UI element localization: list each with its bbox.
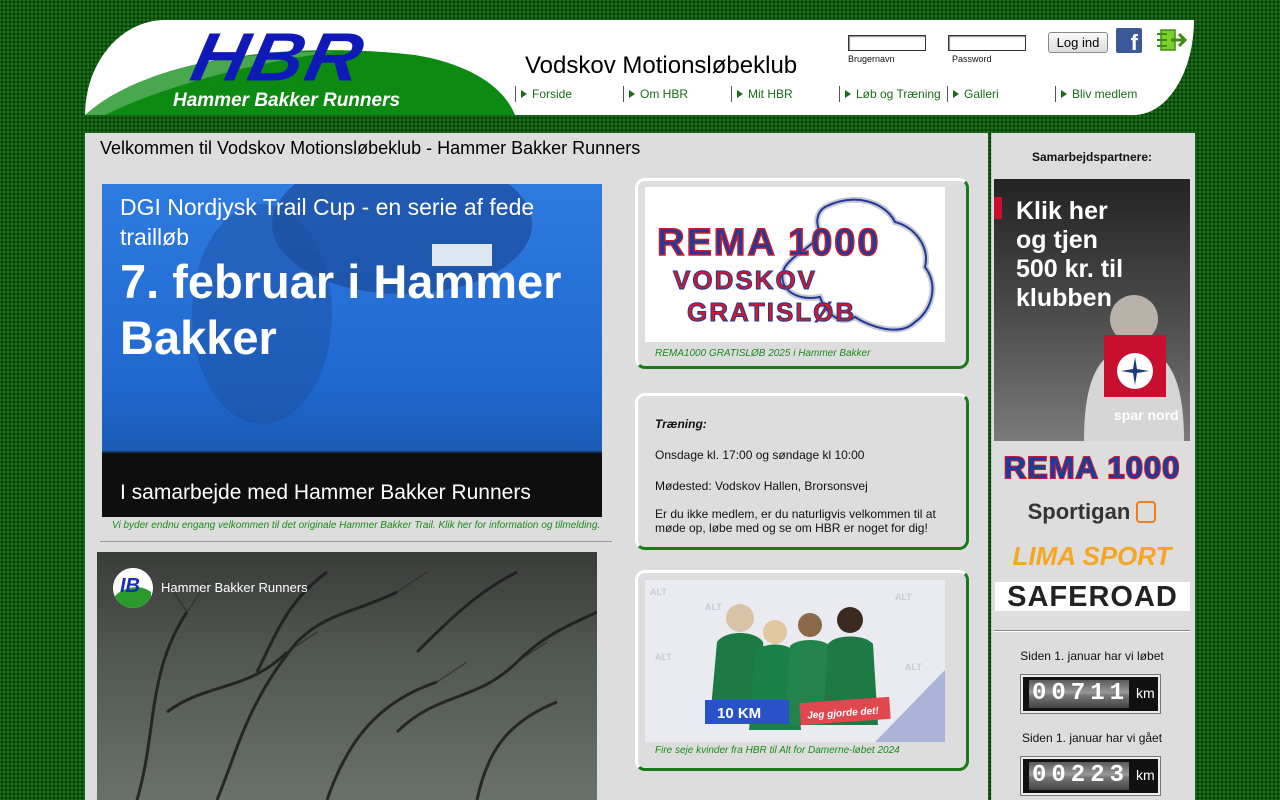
walk-counter-unit: km — [1136, 767, 1155, 783]
run-counter-unit: km — [1136, 685, 1155, 701]
banner-date: 7. februar i Hammer Bakker — [120, 255, 562, 364]
ad-accent — [994, 197, 1002, 219]
site-title: Vodskov Motionsløbeklub — [525, 52, 798, 79]
exit-icon[interactable] — [1155, 26, 1187, 54]
sidebar: Samarbejdspartnere: Klik her og tjen 500… — [991, 133, 1195, 800]
rema-gratislob-logo: REMA 1000 VODSKOV GRATISLØB — [656, 196, 936, 333]
sparnord-ad[interactable]: Klik her og tjen 500 kr. til klubben spa… — [994, 179, 1190, 441]
saferoad-logo[interactable]: SAFEROAD — [995, 582, 1190, 612]
runners-photo: ALTALTALTALTALTALT 10 KM Jeg gjorde det! — [645, 580, 945, 742]
banner-footer: I samarbejde med Hammer Bakker Runners — [120, 481, 531, 504]
sparnord-logo-icon — [1104, 335, 1166, 397]
training-meeting-point: Mødested: Vodskov Hallen, Brorsonsvej — [655, 479, 868, 493]
photo-caption[interactable]: Fire seje kvinder fra HBR til Alt for Da… — [655, 745, 900, 756]
password-label: Password — [952, 54, 992, 64]
login-button[interactable]: Log ind — [1048, 32, 1108, 53]
banner-headline: DGI Nordjysk Trail Cup - en serie af fed… — [120, 194, 535, 250]
username-label: Brugernavn — [848, 54, 895, 64]
rema-image-line2: VODSKOV — [673, 265, 817, 295]
nav-label: Forside — [532, 87, 573, 101]
logo-subtitle: Hammer Bakker Runners — [173, 90, 401, 111]
nav-label: Om HBR — [640, 87, 688, 101]
nav-item-galleri[interactable]: Galleri — [947, 86, 1055, 102]
sparnord-brand: spar nord — [1114, 407, 1179, 423]
photo-card[interactable]: ALTALTALTALTALTALT 10 KM Jeg gjorde det!… — [635, 570, 969, 771]
nav-item-mit-hbr[interactable]: Mit HBR — [731, 86, 839, 102]
rema-image-line3: GRATISLØB — [687, 297, 856, 327]
nav-arrow-icon — [1061, 90, 1067, 98]
sportigan-logo[interactable]: Sportigan — [994, 497, 1190, 527]
password-input[interactable] — [948, 35, 1026, 51]
nav-label: Mit HBR — [748, 87, 793, 101]
divider — [100, 541, 612, 542]
training-heading: Træning: — [655, 417, 707, 431]
training-invitation: Er du ikke medlem, er du naturligvis vel… — [655, 507, 936, 535]
channel-logo[interactable]: IB — [113, 568, 153, 608]
nav-arrow-icon — [521, 90, 527, 98]
nav-item-om-hbr[interactable]: Om HBR — [623, 86, 731, 102]
rema-caption[interactable]: REMA1000 GRATISLØB 2025 i Hammer Bakker — [655, 348, 870, 359]
training-card: Træning: Onsdage kl. 17:00 og søndage kl… — [635, 393, 969, 550]
rema-1000-logo[interactable]: REMA 1000 — [994, 451, 1190, 485]
video-title[interactable]: Hammer Bakker Runners — [161, 580, 308, 595]
page-title: Velkommen til Vodskov Motionsløbeklub - … — [100, 138, 641, 158]
walk-counter-value: 00223 — [1029, 762, 1129, 790]
lima-sport-logo[interactable]: LIMA SPORT — [994, 540, 1190, 572]
svg-text:ALT: ALT — [905, 662, 922, 672]
facebook-icon[interactable]: f — [1116, 28, 1142, 53]
nav-item-lob-og-traening[interactable]: Løb og Træning — [839, 86, 947, 102]
divider — [994, 630, 1190, 632]
walk-counter: 00223 km — [1020, 756, 1161, 796]
main-content: Velkommen til Vodskov Motionsløbeklub - … — [85, 133, 988, 800]
nav-item-bliv-medlem[interactable]: Bliv medlem — [1055, 86, 1155, 102]
video-player[interactable]: IB Hammer Bakker Runners — [97, 552, 597, 800]
nav-arrow-icon — [845, 90, 851, 98]
rema-card[interactable]: REMA 1000 VODSKOV GRATISLØB REMA1000 GRA… — [635, 178, 969, 369]
nav-item-forside[interactable]: Forside — [515, 86, 623, 102]
run-counter-value: 00711 — [1029, 680, 1129, 708]
hbr-logo-icon: IB — [113, 568, 153, 608]
banner-caption-link[interactable]: Vi byder endnu engang velkommen til det … — [112, 520, 600, 531]
training-schedule: Onsdage kl. 17:00 og søndage kl 10:00 — [655, 448, 865, 462]
walk-counter-label: Siden 1. januar har vi gået — [1021, 731, 1163, 745]
site-header: HBR Hammer Bakker Runners Vodskov Motion… — [85, 20, 1194, 115]
sparnord-ad-text: Klik her og tjen 500 kr. til klubben — [1016, 197, 1124, 312]
photo-sign-left: 10 KM — [717, 705, 761, 722]
svg-text:ALT: ALT — [705, 602, 722, 612]
nav-label: Galleri — [964, 87, 999, 101]
nav-arrow-icon — [629, 90, 635, 98]
run-counter-label: Siden 1. januar har vi løbet — [1020, 649, 1164, 663]
run-counter: 00711 km — [1020, 674, 1161, 714]
svg-text:ALT: ALT — [895, 592, 912, 602]
username-input[interactable] — [848, 35, 926, 51]
trail-cup-banner[interactable]: DGI Nordjysk Trail Cup - en serie af fed… — [102, 184, 602, 517]
rema-gratislob-image[interactable]: REMA 1000 VODSKOV GRATISLØB — [645, 187, 945, 342]
partners-title: Samarbejdspartnere: — [1031, 150, 1153, 164]
rema-image-line1: REMA 1000 — [657, 222, 881, 264]
nav-arrow-icon — [953, 90, 959, 98]
flame-icon — [1136, 501, 1157, 523]
logo-hbr[interactable]: HBR — [185, 20, 372, 97]
svg-text:ALT: ALT — [655, 652, 672, 662]
svg-text:IB: IB — [120, 575, 140, 597]
sportigan-label: Sportigan — [1027, 499, 1131, 524]
race-photo[interactable]: ALTALTALTALTALTALT 10 KM Jeg gjorde det! — [645, 580, 945, 742]
nav-arrow-icon — [737, 90, 743, 98]
nav-label: Bliv medlem — [1072, 87, 1138, 101]
nav-label: Løb og Træning — [856, 87, 941, 101]
svg-text:ALT: ALT — [650, 587, 667, 597]
main-nav: Forside Om HBR Mit HBR Løb og Træning Ga… — [515, 86, 1155, 104]
